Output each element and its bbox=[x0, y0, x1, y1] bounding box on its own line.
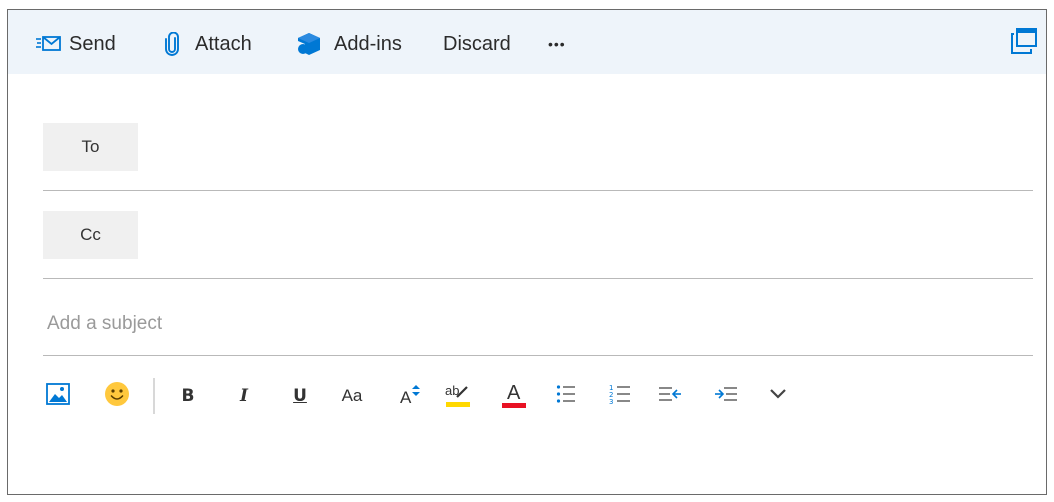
bold-button[interactable]: B bbox=[176, 378, 200, 414]
discard-button[interactable]: Discard bbox=[443, 30, 511, 58]
underline-label: U bbox=[293, 386, 307, 406]
chevron-down-icon bbox=[769, 387, 787, 405]
attach-label: Attach bbox=[195, 32, 252, 55]
decrease-indent-icon bbox=[658, 385, 682, 408]
addins-button[interactable]: Add-ins bbox=[296, 30, 402, 58]
cc-button[interactable]: Cc bbox=[43, 211, 138, 259]
send-button[interactable]: Send bbox=[35, 30, 116, 58]
decrease-indent-button[interactable] bbox=[656, 378, 684, 414]
font-size-glyph: A bbox=[398, 384, 422, 408]
highlight-color-bar bbox=[446, 402, 470, 407]
send-envelope-icon bbox=[35, 35, 61, 53]
font-label: Aa bbox=[341, 386, 363, 405]
bullets-button[interactable] bbox=[552, 378, 580, 414]
more-options-label: ••• bbox=[548, 36, 566, 52]
font-color-bar bbox=[502, 403, 526, 408]
font-size-button[interactable]: A bbox=[396, 378, 424, 414]
command-bar: Send Attach Add-ins Discard ••• bbox=[8, 10, 1046, 74]
toolbar-separator bbox=[153, 378, 155, 414]
font-button[interactable]: Aa bbox=[338, 378, 366, 414]
increase-indent-icon bbox=[714, 385, 738, 408]
font-color-glyph: A bbox=[501, 382, 527, 409]
bullets-icon bbox=[556, 384, 576, 409]
subject-divider bbox=[43, 355, 1033, 356]
numbering-button[interactable]: 1 2 3 bbox=[606, 378, 634, 414]
font-size-arrows-icon bbox=[412, 384, 420, 402]
to-button[interactable]: To bbox=[43, 123, 138, 171]
cc-divider bbox=[43, 278, 1033, 279]
to-label: To bbox=[81, 137, 100, 156]
emoji-icon bbox=[104, 381, 130, 412]
emoji-button[interactable] bbox=[102, 378, 132, 414]
highlight-button[interactable]: ab bbox=[444, 378, 472, 414]
increase-indent-button[interactable] bbox=[712, 378, 740, 414]
cc-label: Cc bbox=[80, 225, 101, 244]
font-size-label: A bbox=[400, 388, 412, 407]
bold-label: B bbox=[181, 386, 195, 406]
more-formatting-button[interactable] bbox=[766, 378, 790, 414]
popout-button[interactable] bbox=[1010, 27, 1038, 55]
subject-input[interactable] bbox=[43, 304, 1028, 344]
to-divider bbox=[43, 190, 1033, 191]
italic-button[interactable]: I bbox=[232, 378, 256, 414]
discard-label: Discard bbox=[443, 32, 511, 55]
to-input[interactable] bbox=[148, 123, 1032, 173]
insert-picture-button[interactable] bbox=[44, 378, 72, 414]
svg-text:3: 3 bbox=[609, 398, 613, 405]
italic-label: I bbox=[240, 386, 248, 406]
numbering-icon: 1 2 3 bbox=[609, 383, 631, 410]
addins-label: Add-ins bbox=[334, 32, 402, 55]
popout-window-icon bbox=[1010, 28, 1038, 59]
paperclip-icon bbox=[164, 32, 180, 56]
cc-input[interactable] bbox=[148, 211, 1032, 261]
font-color-label: A bbox=[507, 382, 521, 404]
font-color-button[interactable]: A bbox=[500, 378, 528, 414]
attach-button[interactable]: Attach bbox=[164, 30, 252, 58]
underline-button[interactable]: U bbox=[288, 378, 312, 414]
highlight-glyph: ab bbox=[445, 383, 471, 409]
insert-picture-icon bbox=[46, 382, 70, 410]
compose-window: Send Attach Add-ins Discard ••• To Cc Ad… bbox=[7, 9, 1047, 495]
more-options-button[interactable]: ••• bbox=[548, 30, 566, 58]
send-label: Send bbox=[69, 32, 116, 55]
addins-icon bbox=[296, 32, 322, 56]
